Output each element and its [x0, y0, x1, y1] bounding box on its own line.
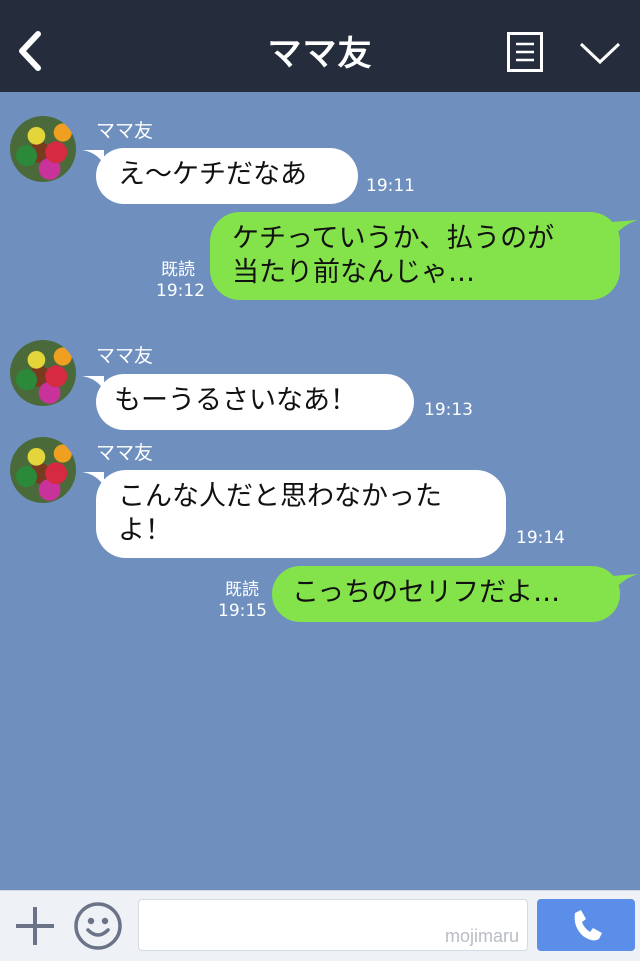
chat-title: ママ友 — [267, 34, 373, 74]
input-bar: mojimaru — [0, 890, 640, 961]
message-meta: 既読 19:12 — [156, 260, 205, 302]
phone-icon — [574, 910, 602, 941]
avatar[interactable] — [10, 116, 76, 182]
message-time: 19:13 — [424, 400, 473, 420]
menu-button[interactable] — [507, 32, 543, 72]
avatar[interactable] — [10, 340, 76, 406]
sender-name: ママ友 — [96, 345, 154, 367]
read-status: 既読 — [225, 580, 259, 600]
chat-header: ママ友 — [0, 0, 640, 92]
emoji-button[interactable] — [73, 901, 123, 951]
message-time: 19:12 — [156, 281, 205, 301]
message-bubble-incoming[interactable]: もーうるさいなあ！ — [96, 374, 414, 430]
message-text-line: 当たり前なんじゃ… — [232, 257, 475, 288]
chevron-down-icon — [579, 42, 621, 65]
menu-icon — [507, 32, 543, 72]
bubble-tail — [612, 220, 638, 238]
message-text: こっちのセリフだよ… — [292, 577, 561, 608]
sender-name: ママ友 — [96, 442, 154, 464]
expand-button[interactable] — [578, 38, 622, 68]
message-meta: 既読 19:15 — [218, 580, 267, 622]
message-time: 19:11 — [366, 176, 415, 196]
avatar[interactable] — [10, 437, 76, 503]
watermark: mojimaru — [444, 926, 519, 946]
add-button[interactable] — [14, 905, 56, 947]
message-input[interactable]: mojimaru — [138, 899, 528, 951]
emoji-icon — [74, 902, 122, 950]
message-bubble-outgoing[interactable]: ケチっていうか、払うのが 当たり前なんじゃ… — [210, 212, 620, 300]
message-list[interactable]: ママ友 え〜ケチだなあ 19:11 既読 19:12 ケチっていうか、払うのが … — [0, 92, 640, 890]
message-bubble-incoming[interactable]: こんな人だと思わなかった よ！ — [96, 470, 506, 558]
bubble-tail — [612, 574, 638, 592]
message-bubble-incoming[interactable]: え〜ケチだなあ — [96, 148, 358, 204]
message-text-line: こんな人だと思わなかった — [118, 481, 442, 512]
message-text: もーうるさいなあ！ — [114, 385, 357, 416]
read-status: 既読 — [161, 260, 195, 280]
call-button[interactable] — [537, 899, 635, 951]
message-time: 19:15 — [218, 601, 267, 621]
message-text: え〜ケチだなあ — [118, 159, 307, 190]
message-text-line: ケチっていうか、払うのが — [232, 223, 555, 254]
message-time: 19:14 — [516, 528, 565, 548]
plus-icon — [16, 907, 54, 945]
sender-name: ママ友 — [96, 120, 154, 142]
message-bubble-outgoing[interactable]: こっちのセリフだよ… — [272, 566, 620, 622]
message-text-line: よ！ — [118, 515, 172, 546]
